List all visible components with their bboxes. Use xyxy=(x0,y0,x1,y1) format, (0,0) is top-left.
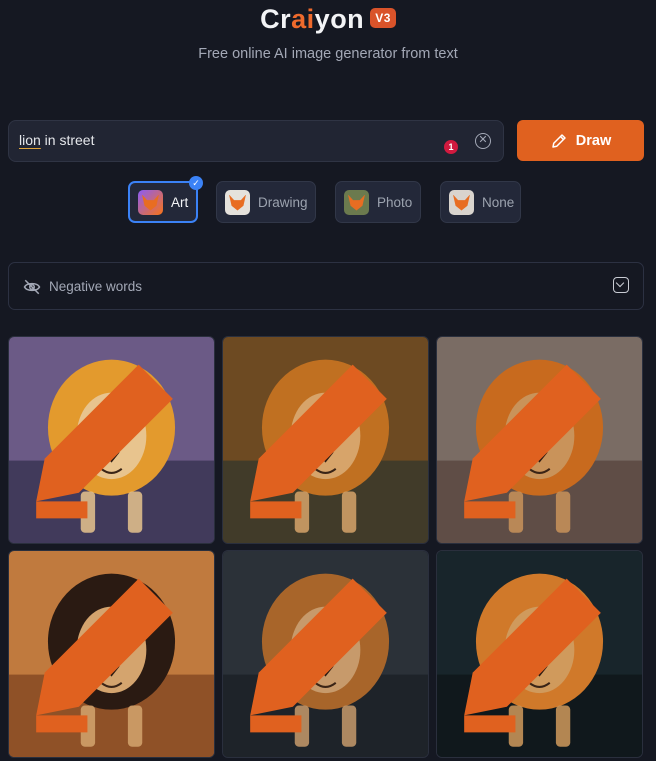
draw-button-label: Draw xyxy=(575,132,612,149)
logo-text-pre: Cr xyxy=(260,4,292,34)
style-option-label: Drawing xyxy=(258,194,308,210)
negative-words-label: Negative words xyxy=(49,279,143,294)
results-grid xyxy=(8,336,644,758)
logo-text-ai: ai xyxy=(291,4,315,34)
chevron-down-icon[interactable] xyxy=(613,277,629,293)
page-subtitle: Free online AI image generator from text xyxy=(198,46,458,62)
app-logo[interactable]: Craiyon V3 xyxy=(0,4,656,35)
pencil-edit-icon[interactable] xyxy=(8,550,207,750)
prompt-misspelled-word: lion xyxy=(19,132,41,148)
pencil-edit-icon[interactable] xyxy=(436,336,635,536)
pencil-icon xyxy=(552,133,566,148)
fox-photo-icon xyxy=(344,189,369,215)
style-option-drawing[interactable]: Drawing xyxy=(216,181,316,223)
fox-none-icon xyxy=(449,189,474,215)
result-image[interactable] xyxy=(436,550,643,758)
logo-text-post: yon xyxy=(314,4,365,34)
fox-drawing-icon xyxy=(225,189,250,215)
pencil-edit-icon[interactable] xyxy=(8,336,207,536)
pencil-edit-icon[interactable] xyxy=(222,336,421,536)
style-option-photo[interactable]: Photo xyxy=(335,181,421,223)
pencil-edit-icon[interactable] xyxy=(222,550,421,750)
eye-off-icon xyxy=(23,279,41,295)
prompt-input[interactable]: lion in street 1 ✕ xyxy=(8,120,504,162)
style-option-label: Photo xyxy=(377,194,413,210)
negative-words-toggle[interactable]: Negative words xyxy=(8,262,644,310)
style-option-label: Art xyxy=(171,194,189,210)
result-image[interactable] xyxy=(8,550,215,758)
result-image[interactable] xyxy=(222,550,429,758)
clear-circle-icon[interactable]: ✕ xyxy=(475,133,491,149)
fox-art-icon xyxy=(138,189,163,215)
style-option-art[interactable]: Art ✓ xyxy=(128,176,203,223)
style-option-label: None xyxy=(482,194,515,210)
pencil-edit-icon[interactable] xyxy=(436,550,635,750)
version-badge: V3 xyxy=(370,7,396,28)
prompt-rest: in street xyxy=(40,132,95,148)
result-image[interactable] xyxy=(222,336,429,544)
result-image[interactable] xyxy=(436,336,643,544)
prompt-input-value[interactable]: lion in street xyxy=(19,132,95,148)
draw-button[interactable]: Draw xyxy=(517,120,644,161)
check-icon: ✓ xyxy=(189,176,203,190)
style-option-none[interactable]: None xyxy=(440,181,521,223)
result-image[interactable] xyxy=(8,336,215,544)
spellcheck-error-badge[interactable]: 1 xyxy=(444,140,458,154)
